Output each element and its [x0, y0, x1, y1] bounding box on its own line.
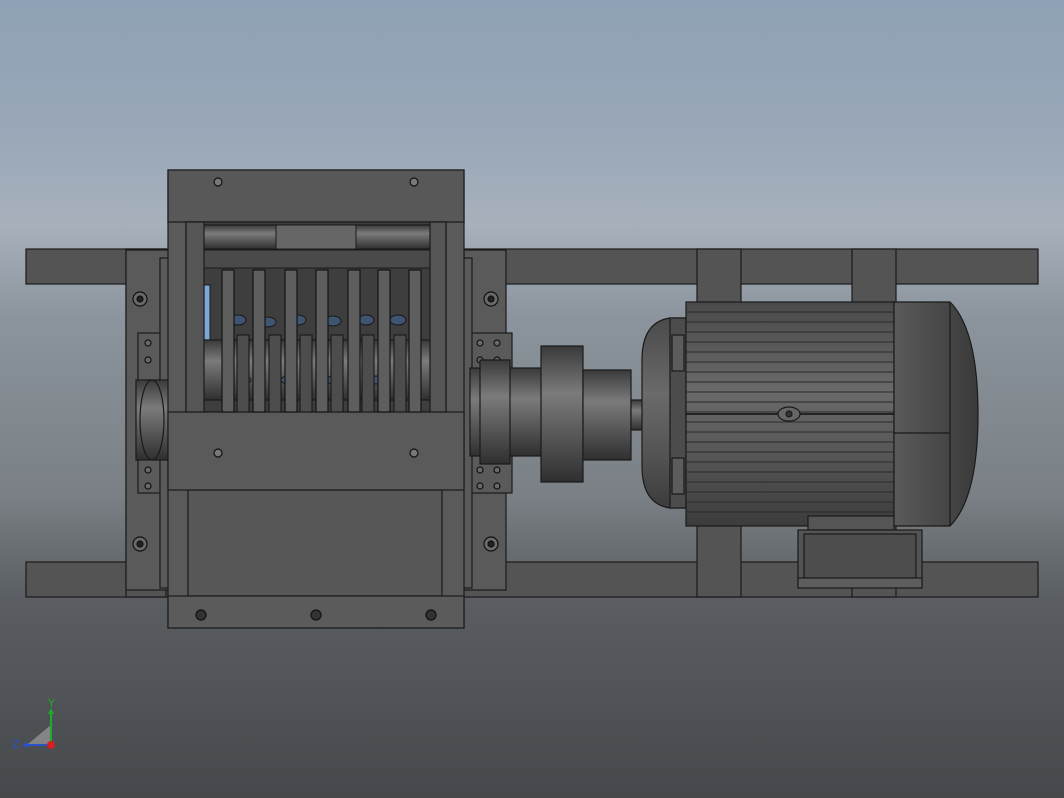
3d-model-scene[interactable]: [0, 0, 1064, 798]
drive-shaft: [469, 345, 644, 483]
triad-z-arrow-icon: [22, 742, 28, 748]
triad-x-axis-dot: [47, 741, 55, 749]
triad-z-label: Z: [12, 738, 20, 751]
graphics-viewport[interactable]: Y Z: [0, 0, 1064, 798]
electric-motor: [641, 301, 979, 589]
left-bearing: [135, 379, 171, 461]
reference-triad[interactable]: Y Z: [8, 698, 68, 758]
triad-plane: [28, 724, 52, 744]
triad-y-label: Y: [47, 698, 55, 710]
